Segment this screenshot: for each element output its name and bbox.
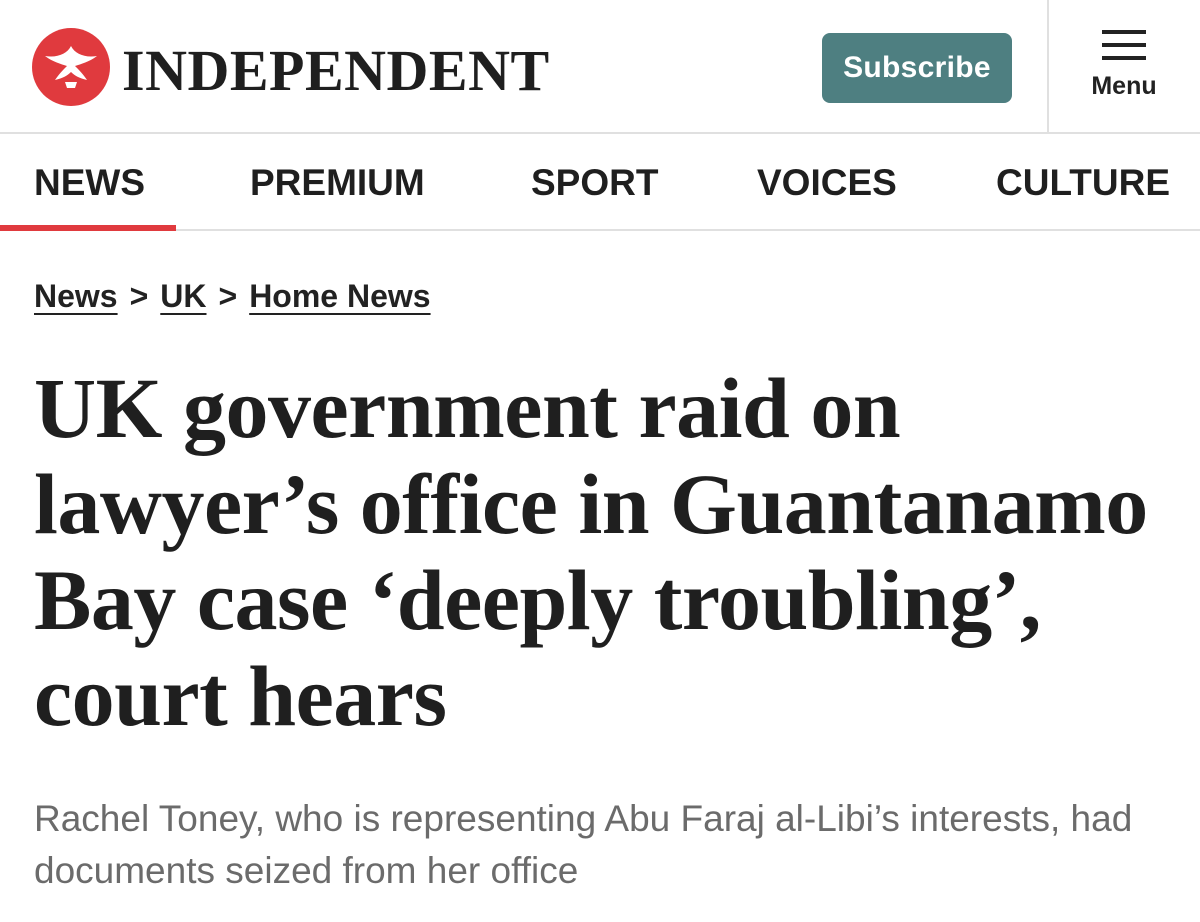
nav-item-voices[interactable]: VOICES xyxy=(757,164,897,201)
section-nav: NEWS PREMIUM SPORT VOICES CULTURE xyxy=(0,134,1200,231)
eagle-icon xyxy=(32,28,110,106)
nav-item-culture[interactable]: CULTURE xyxy=(996,164,1170,201)
breadcrumb: News > UK > Home News xyxy=(34,280,431,312)
article-standfirst: Rachel Toney, who is representing Abu Fa… xyxy=(34,798,1133,891)
menu-label: Menu xyxy=(1091,72,1157,100)
article-headline: UK government raid on lawyer’s office in… xyxy=(34,360,1148,744)
menu-button[interactable]: Menu xyxy=(1062,28,1186,112)
brand-name: INDEPENDENT xyxy=(122,38,550,103)
hamburger-icon xyxy=(1102,30,1146,60)
breadcrumb-home-news[interactable]: Home News xyxy=(249,278,430,314)
breadcrumb-separator: > xyxy=(129,278,149,314)
site-logo[interactable]: INDEPENDENT xyxy=(32,28,550,106)
site-header: INDEPENDENT Subscribe Menu xyxy=(0,0,1200,134)
nav-item-sport[interactable]: SPORT xyxy=(531,164,658,201)
nav-item-news[interactable]: NEWS xyxy=(34,164,145,201)
breadcrumb-uk[interactable]: UK xyxy=(160,278,206,314)
breadcrumb-news[interactable]: News xyxy=(34,278,118,314)
nav-active-indicator xyxy=(0,225,176,231)
subscribe-button[interactable]: Subscribe xyxy=(822,33,1012,103)
breadcrumb-separator: > xyxy=(218,278,238,314)
header-divider xyxy=(1047,0,1049,134)
nav-item-premium[interactable]: PREMIUM xyxy=(250,164,425,201)
